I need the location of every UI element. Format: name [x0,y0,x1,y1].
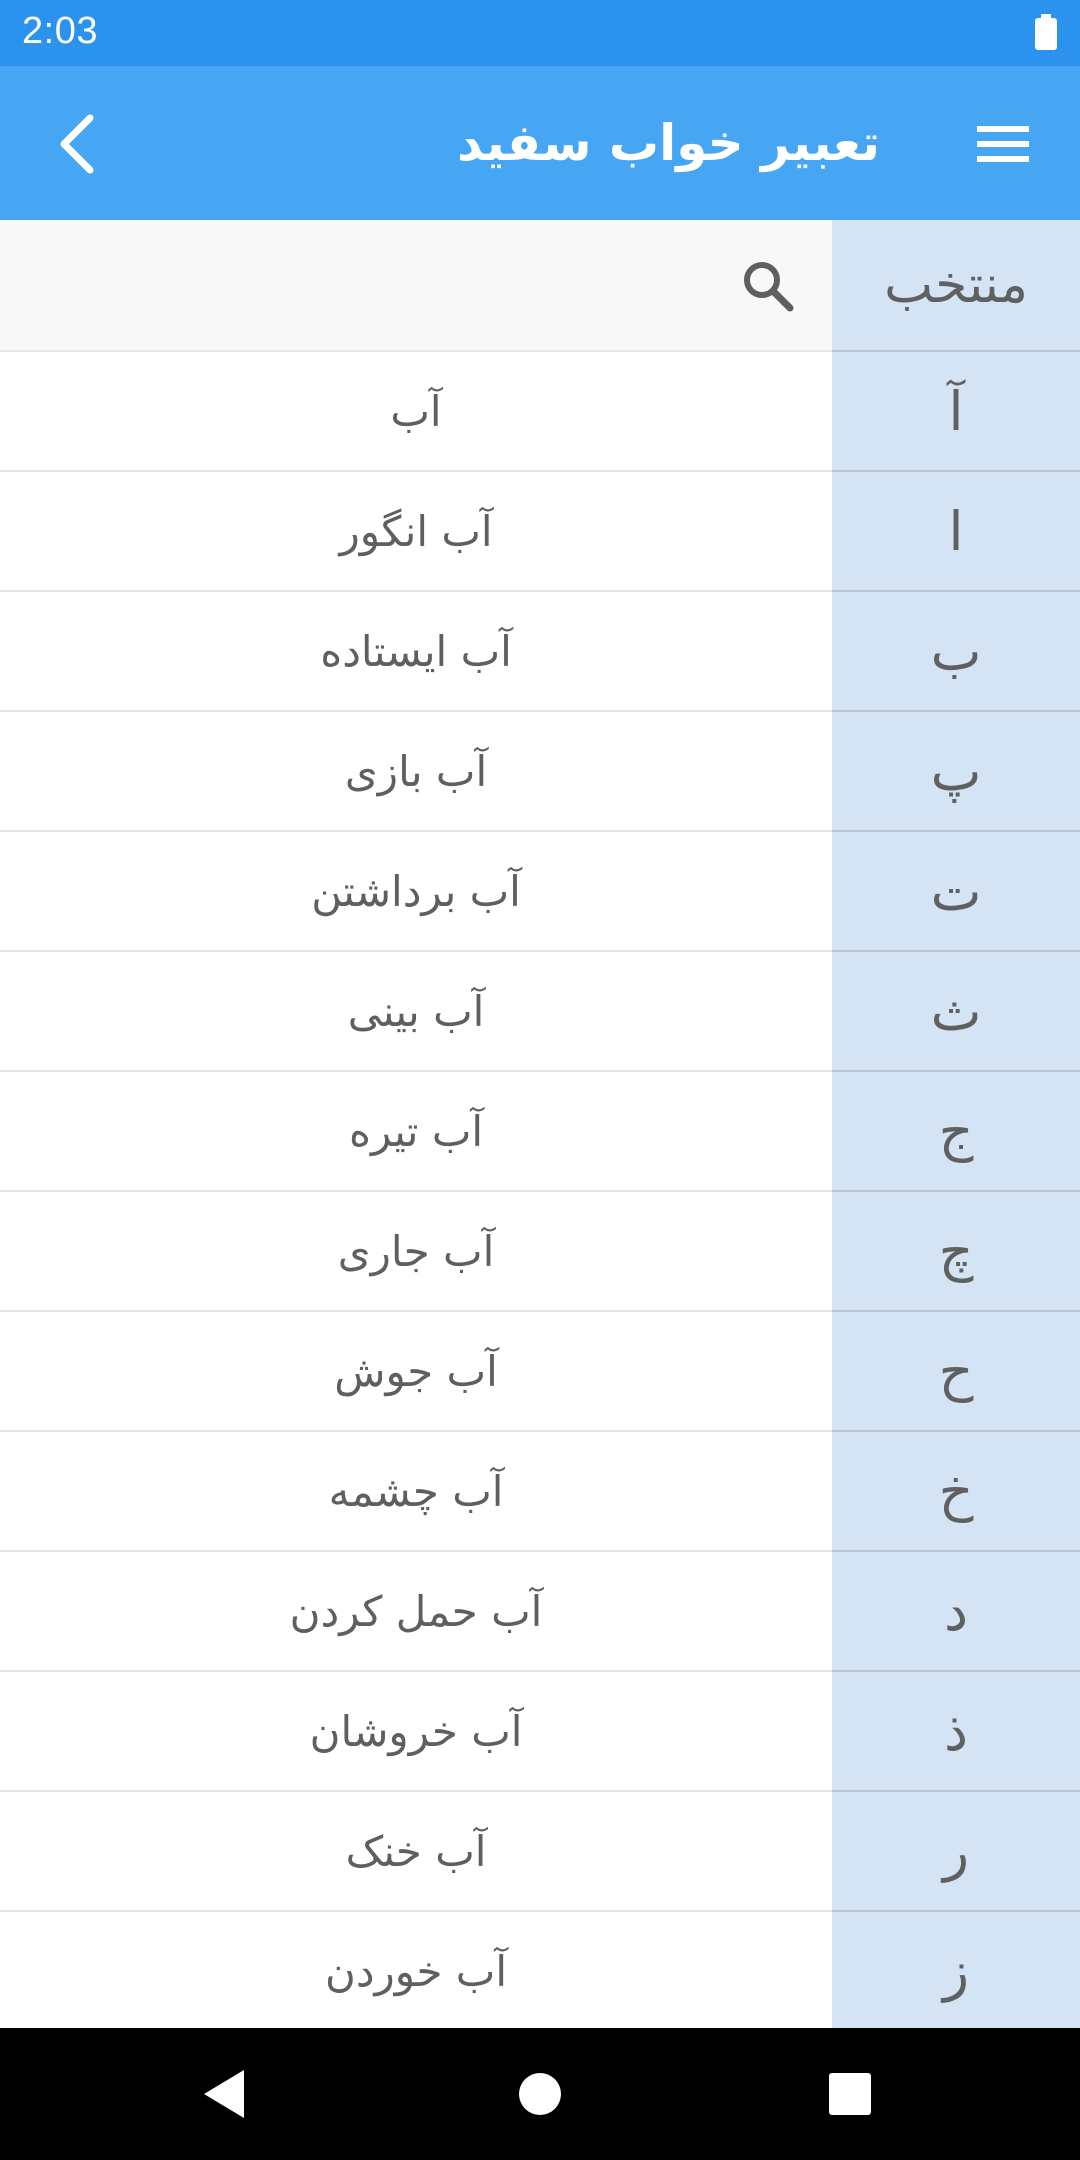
list-item[interactable]: آب [0,352,832,472]
list-item[interactable]: آب برداشتن [0,832,832,952]
list-item[interactable]: آب بازی [0,712,832,832]
sidebar-letter[interactable]: ت [832,832,1080,952]
search-icon [744,262,794,312]
sidebar-letter[interactable]: ب [832,592,1080,712]
alphabet-sidebar: منتخب آ ا ب پ ت ث ج چ ح خ د ذ ر ز [832,220,1080,2028]
list-item[interactable]: آب تیره [0,1072,832,1192]
back-button[interactable] [40,104,120,184]
list-item[interactable]: آب انگور [0,472,832,592]
sidebar-letter[interactable]: آ [832,352,1080,472]
list-item[interactable]: آب بینی [0,952,832,1072]
sidebar-letter[interactable]: خ [832,1432,1080,1552]
search-bar[interactable] [0,220,832,352]
hamburger-menu-icon [977,126,1029,162]
list-item[interactable]: آب جاری [0,1192,832,1312]
app-bar: تعبیر خواب سفید [0,66,1080,220]
list-item[interactable]: آب حمل کردن [0,1552,832,1672]
battery-icon [1035,14,1057,50]
sidebar-letter[interactable]: ا [832,472,1080,592]
status-bar: 2:03 [0,0,1080,66]
list-item[interactable]: آب ایستاده [0,592,832,712]
circle-home-icon[interactable] [519,2073,561,2115]
chevron-left-icon [60,114,94,174]
search-button[interactable] [738,256,798,316]
dream-list: آب آب انگور آب ایستاده آب بازی آب برداشت… [0,352,832,2028]
page-title: تعبیر خواب سفید [457,114,880,172]
sidebar-letter[interactable]: ذ [832,1672,1080,1792]
menu-button[interactable] [965,106,1041,182]
sidebar-letter[interactable]: ر [832,1792,1080,1912]
nav-back-button[interactable] [200,2068,250,2120]
triangle-back-icon [204,2070,244,2118]
list-item[interactable]: آب چشمه [0,1432,832,1552]
sidebar-letter[interactable]: د [832,1552,1080,1672]
list-item[interactable]: آب خوردن [0,1912,832,2028]
square-recents-icon[interactable] [829,2073,871,2115]
sidebar-letter[interactable]: ث [832,952,1080,1072]
sidebar-letter[interactable]: ج [832,1072,1080,1192]
sidebar-letter[interactable]: ح [832,1312,1080,1432]
system-nav-bar [0,2028,1080,2160]
list-item[interactable]: آب خروشان [0,1672,832,1792]
sidebar-letter[interactable]: ز [832,1912,1080,2028]
status-time: 2:03 [22,10,98,52]
sidebar-letter[interactable]: چ [832,1192,1080,1312]
list-item[interactable]: آب خنک [0,1792,832,1912]
list-item[interactable]: آب جوش [0,1312,832,1432]
sidebar-letter[interactable]: پ [832,712,1080,832]
sidebar-header-featured[interactable]: منتخب [832,220,1080,352]
